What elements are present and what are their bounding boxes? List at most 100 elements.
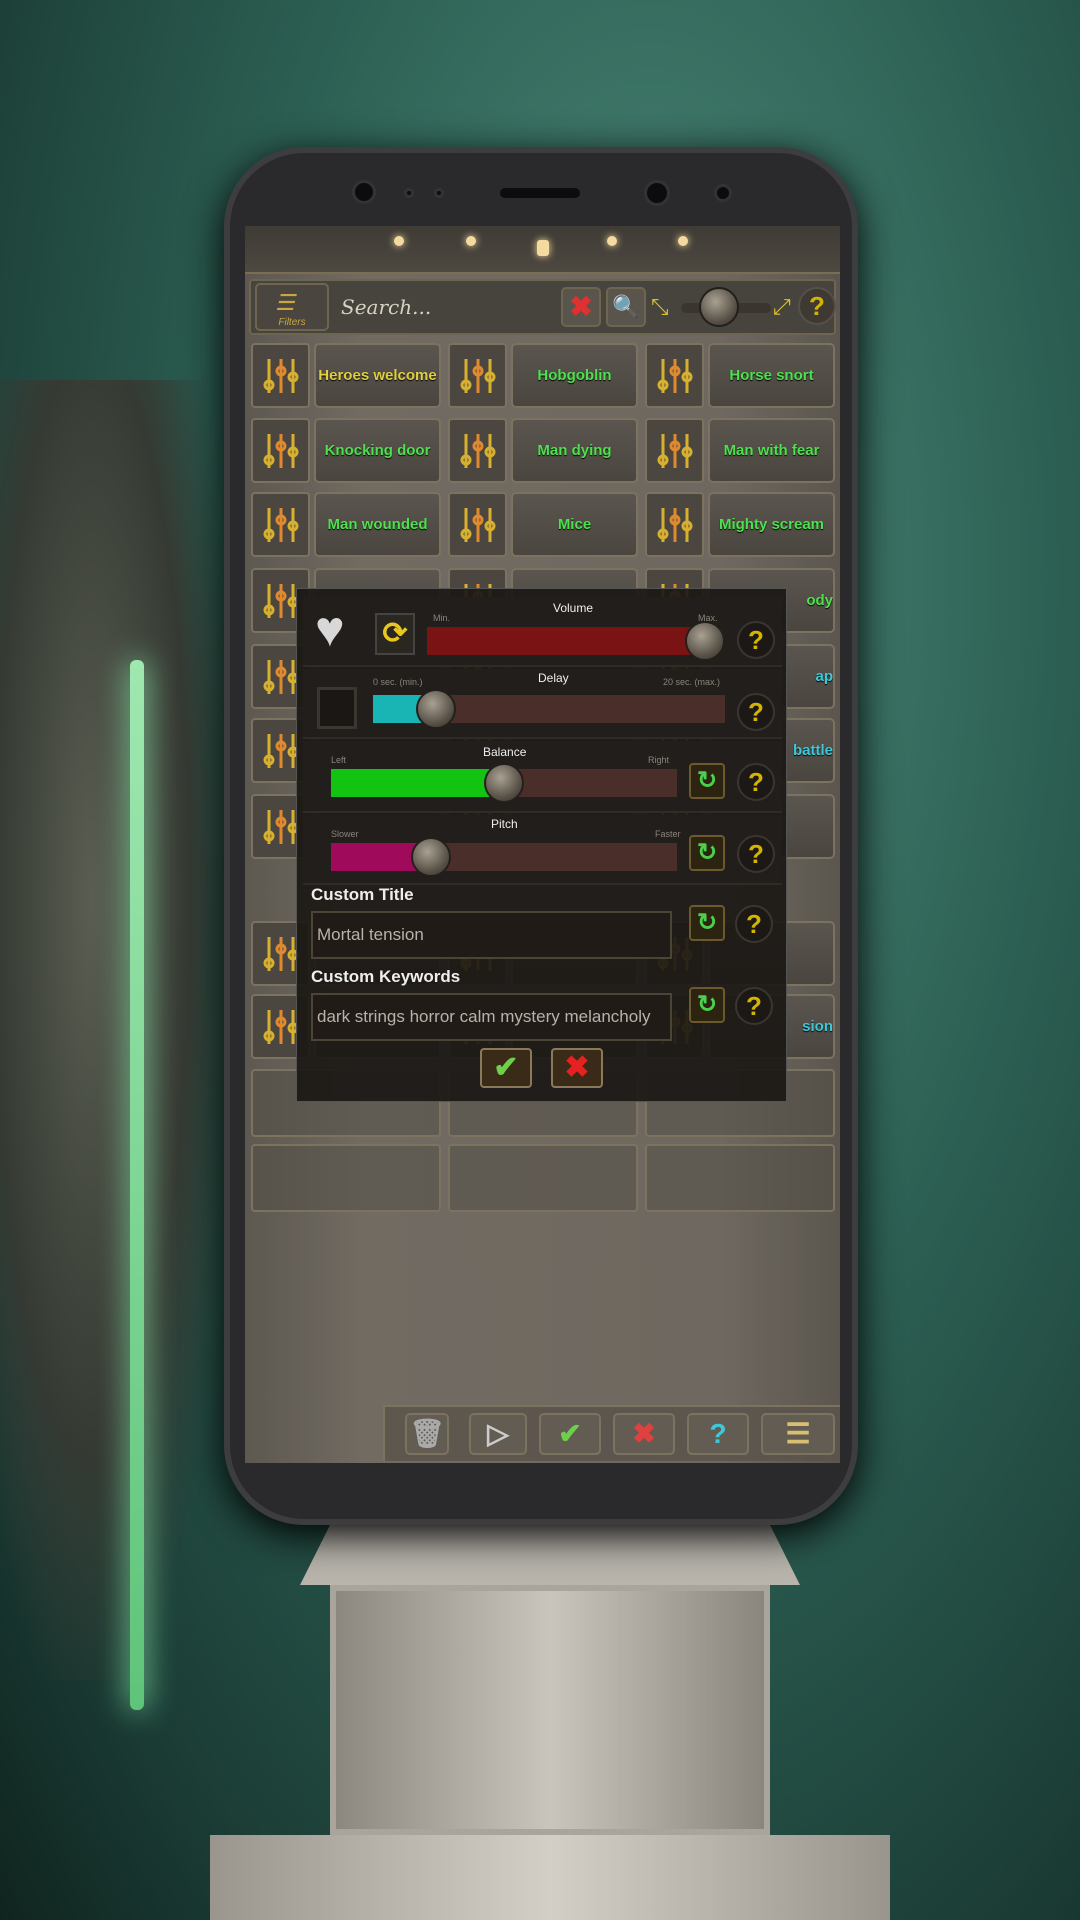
sound-tile: Man wounded <box>251 492 441 557</box>
refresh-icon: ⟳ <box>382 617 408 650</box>
collapse-icon[interactable]: ⤡ <box>651 289 679 325</box>
delay-checkbox[interactable] <box>317 687 357 729</box>
sound-tile: Mice <box>448 492 638 557</box>
sound-play-button[interactable]: Knocking door <box>314 418 441 483</box>
play-button[interactable]: ▷ <box>469 1413 527 1455</box>
pitch-slower-label: Slower <box>331 829 359 839</box>
empty-tile <box>251 1144 441 1212</box>
custom-title-label: Custom Title <box>311 885 414 904</box>
balance-right-label: Right <box>648 755 670 765</box>
sound-settings-button[interactable] <box>645 492 704 557</box>
sound-tile: Knocking door <box>251 418 441 483</box>
custom-keywords-input[interactable]: dark strings horror calm mystery melanch… <box>311 993 672 1041</box>
sound-play-button[interactable]: Horse snort <box>708 343 835 408</box>
sensor-icon <box>404 188 414 198</box>
menu-icon: ☰ <box>785 1418 811 1449</box>
delay-max-label: 20 sec. (max.) <box>663 677 721 687</box>
delete-button[interactable]: 🗑 <box>405 1413 449 1455</box>
close-icon: ✖ <box>564 1051 590 1084</box>
equalizer-icon <box>460 434 496 468</box>
sensor-icon <box>714 184 732 202</box>
gem-icon <box>678 236 688 246</box>
dialog-cancel-button[interactable]: ✖ <box>551 1048 603 1088</box>
empty-tile <box>448 1144 638 1212</box>
heart-icon[interactable]: ♥ <box>315 599 345 659</box>
sound-tile: Mighty scream <box>645 492 835 557</box>
delay-label: Delay <box>538 671 569 685</box>
gem-icon <box>394 236 404 246</box>
pitch-label: Pitch <box>491 817 518 831</box>
sound-play-button[interactable]: Man dying <box>511 418 638 483</box>
equalizer-icon <box>657 434 693 468</box>
balance-slider[interactable] <box>331 763 677 803</box>
sound-settings-button[interactable] <box>251 492 310 557</box>
menu-button[interactable]: ☰ <box>761 1413 835 1455</box>
pitch-reset-button[interactable]: ↻ <box>689 835 725 871</box>
pitch-row: Pitch Slower Faster ↻ ? <box>303 815 782 885</box>
sound-settings-button[interactable] <box>645 418 704 483</box>
sound-tile: Heroes welcome <box>251 343 441 408</box>
search-input[interactable]: Search... <box>335 283 545 331</box>
sound-play-button[interactable]: Man with fear <box>708 418 835 483</box>
bottom-toolbar: 🗑 ▷ ✔ ✖ ? ☰ <box>383 1405 840 1461</box>
clear-search-button[interactable]: ✖ <box>561 287 601 327</box>
pitch-help-button[interactable]: ? <box>737 835 775 873</box>
filters-button[interactable]: ☰ Filters <box>255 283 329 331</box>
volume-label: Volume <box>553 601 594 615</box>
sound-settings-button[interactable] <box>645 343 704 408</box>
sound-play-button[interactable]: Man wounded <box>314 492 441 557</box>
magnifier-icon: 🔍 <box>612 294 640 319</box>
help-button[interactable]: ? <box>687 1413 749 1455</box>
balance-reset-button[interactable]: ↻ <box>689 763 725 799</box>
sound-tile: Man dying <box>448 418 638 483</box>
keywords-help-button[interactable]: ? <box>735 987 773 1025</box>
volume-slider[interactable] <box>427 621 726 661</box>
volume-min-label: Min. <box>433 613 451 623</box>
phone-speaker <box>500 188 580 198</box>
sound-settings-button[interactable] <box>448 418 507 483</box>
ornament-bar <box>245 226 840 274</box>
equalizer-icon <box>657 508 693 542</box>
sound-play-button[interactable]: Heroes welcome <box>314 343 441 408</box>
equalizer-icon <box>460 359 496 393</box>
volume-help-button[interactable]: ? <box>737 621 775 659</box>
volume-slider-knob[interactable] <box>685 621 726 661</box>
balance-help-button[interactable]: ? <box>737 763 775 801</box>
sound-play-button[interactable]: Mice <box>511 492 638 557</box>
delay-slider-knob[interactable] <box>416 689 457 729</box>
balance-label: Balance <box>483 745 527 759</box>
zoom-slider-knob[interactable] <box>699 287 739 327</box>
delay-help-button[interactable]: ? <box>737 693 775 731</box>
camera-icon <box>352 180 376 204</box>
delay-min-label: 0 sec. (min.) <box>373 677 423 687</box>
loop-toggle[interactable]: ⟳ <box>375 613 415 655</box>
sound-settings-button[interactable] <box>251 418 310 483</box>
cancel-button[interactable]: ✖ <box>613 1413 675 1455</box>
confirm-button[interactable]: ✔ <box>539 1413 601 1455</box>
dialog-confirm-button[interactable]: ✔ <box>480 1048 532 1088</box>
pitch-slider[interactable] <box>331 837 677 877</box>
help-button[interactable]: ? <box>798 287 836 325</box>
sound-play-button[interactable]: Hobgoblin <box>511 343 638 408</box>
balance-slider-knob[interactable] <box>484 763 524 803</box>
equalizer-icon <box>657 359 693 393</box>
empty-tile <box>645 1144 835 1212</box>
title-help-button[interactable]: ? <box>735 905 773 943</box>
sound-settings-dialog: ♥ ⟳ Volume Min. Max. ? Delay 0 sec. (min… <box>296 588 787 1102</box>
sound-settings-button[interactable] <box>448 492 507 557</box>
filters-label: Filters <box>278 317 306 328</box>
custom-title-input[interactable]: Mortal tension <box>311 911 672 959</box>
pitch-slider-knob[interactable] <box>411 837 452 877</box>
search-button[interactable]: 🔍 <box>606 287 646 327</box>
expand-icon[interactable]: ⤢ <box>773 289 801 325</box>
sound-settings-button[interactable] <box>251 343 310 408</box>
gem-icon <box>537 240 549 256</box>
title-reset-button[interactable]: ↻ <box>689 905 725 941</box>
keywords-reset-button[interactable]: ↻ <box>689 987 725 1023</box>
gem-icon <box>466 236 476 246</box>
sound-play-button[interactable]: Mighty scream <box>708 492 835 557</box>
sound-settings-button[interactable] <box>448 343 507 408</box>
pedestal-base <box>210 1835 890 1920</box>
delay-slider[interactable] <box>373 689 725 729</box>
search-header: ☰ Filters Search... ✖ 🔍 ⤡ ⤢ ? <box>249 279 836 335</box>
